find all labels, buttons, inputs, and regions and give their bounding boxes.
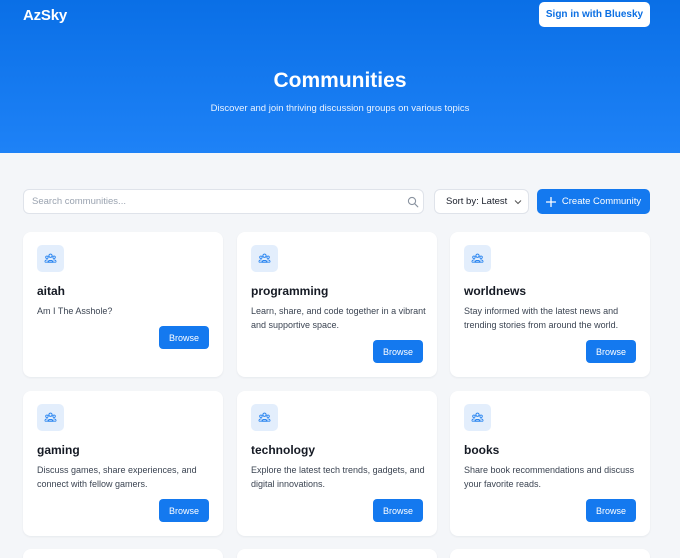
community-card-worldnews[interactable]: worldnews Stay informed with the latest … [450, 232, 650, 377]
community-description: Stay informed with the latest news and t… [464, 306, 619, 330]
browse-button[interactable]: Browse [373, 340, 423, 363]
community-card-partial[interactable] [237, 549, 437, 558]
search-icon[interactable] [407, 196, 419, 208]
search-input[interactable] [32, 190, 402, 213]
community-card-partial[interactable] [450, 549, 650, 558]
browse-button[interactable]: Browse [159, 499, 209, 522]
hero-banner: AzSky Sign in with Bluesky Communities D… [0, 0, 680, 153]
users-icon [251, 404, 278, 431]
community-card-partial[interactable] [23, 549, 223, 558]
sort-label: Sort by: Latest [446, 196, 508, 207]
users-icon [37, 404, 64, 431]
community-name[interactable]: books [464, 443, 499, 457]
community-card-aitah[interactable]: aitah Am I The Asshole? Browse [23, 232, 223, 377]
users-icon [464, 404, 491, 431]
brand-logo[interactable]: AzSky [23, 7, 67, 24]
community-description: Discuss games, share experiences, and co… [37, 465, 197, 489]
page-subtitle: Discover and join thriving discussion gr… [210, 103, 470, 114]
page-title: Communities [273, 69, 407, 92]
community-name[interactable]: gaming [37, 443, 80, 457]
browse-button[interactable]: Browse [159, 326, 209, 349]
community-description: Am I The Asshole? [37, 306, 113, 316]
users-icon [251, 245, 278, 272]
community-description: Explore the latest tech trends, gadgets,… [251, 465, 425, 489]
signin-button[interactable]: Sign in with Bluesky [539, 2, 650, 27]
community-card-gaming[interactable]: gaming Discuss games, share experiences,… [23, 391, 223, 536]
community-card-books[interactable]: books Share book recommendations and dis… [450, 391, 650, 536]
browse-button[interactable]: Browse [586, 499, 636, 522]
community-name[interactable]: technology [251, 443, 315, 457]
community-name[interactable]: worldnews [464, 284, 526, 298]
community-name[interactable]: programming [251, 284, 328, 298]
community-description: Learn, share, and code together in a vib… [251, 306, 426, 330]
search-box[interactable] [23, 189, 424, 214]
users-icon [464, 245, 491, 272]
browse-button[interactable]: Browse [373, 499, 423, 522]
community-description: Share book recommendations and discuss y… [464, 465, 635, 489]
community-card-technology[interactable]: technology Explore the latest tech trend… [237, 391, 437, 536]
create-community-button[interactable]: Create Community [537, 189, 650, 214]
sort-select[interactable]: Sort by: Latest [434, 189, 529, 214]
users-icon [37, 245, 64, 272]
browse-button[interactable]: Browse [586, 340, 636, 363]
chevron-down-icon [514, 200, 522, 205]
community-card-programming[interactable]: programming Learn, share, and code toget… [237, 232, 437, 377]
community-name[interactable]: aitah [37, 284, 65, 298]
create-community-label: Create Community [561, 196, 642, 207]
plus-icon [545, 196, 556, 207]
